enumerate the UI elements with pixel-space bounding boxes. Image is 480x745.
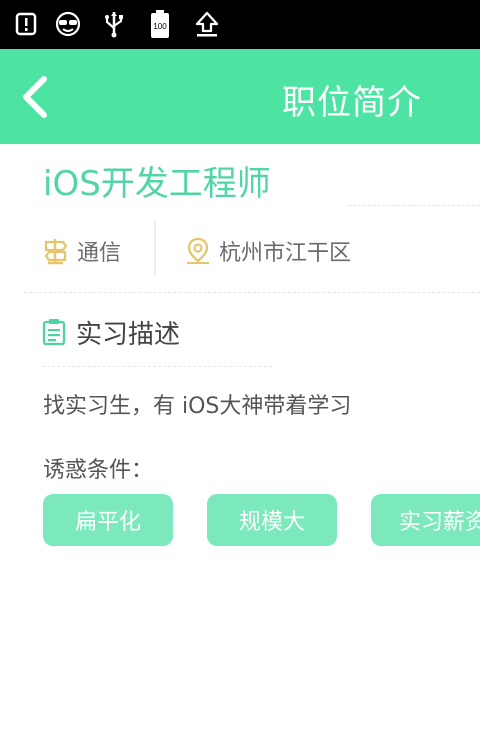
page-title: 职位简介 xyxy=(282,83,422,123)
perk-chip[interactable]: 规模大 xyxy=(207,494,337,546)
signpost-icon xyxy=(44,239,68,265)
glasses-face-icon xyxy=(54,10,82,38)
divider xyxy=(42,366,272,367)
industry-tag: 通信 xyxy=(43,236,121,266)
map-pin-icon xyxy=(187,237,209,264)
divider xyxy=(154,220,156,276)
section-title: 实习描述 xyxy=(76,319,181,350)
back-button[interactable] xyxy=(10,67,70,127)
description-text: 找实习生，有 iOS大神带着学习 xyxy=(43,394,352,419)
divider xyxy=(348,205,480,206)
location-label: 杭州市江干区 xyxy=(219,241,352,266)
location-tag: 杭州市江干区 xyxy=(185,236,351,266)
status-bar: 100 xyxy=(0,0,480,49)
job-title: iOS开发工程师 xyxy=(43,164,271,204)
perks-label: 诱惑条件： xyxy=(43,458,154,483)
divider xyxy=(24,292,480,293)
battery-icon: 100 xyxy=(150,10,170,38)
section-header: 实习描述 xyxy=(42,314,180,350)
alert-icon xyxy=(14,10,38,38)
perk-chip[interactable]: 扁平化 xyxy=(43,494,173,546)
perk-chip[interactable]: 实习薪资 xyxy=(371,494,480,546)
usb-icon xyxy=(101,10,127,38)
app-header: 职位简介 xyxy=(0,49,480,144)
svg-text:100: 100 xyxy=(153,22,167,31)
clipboard-icon xyxy=(42,319,66,346)
chevron-left-icon xyxy=(23,76,47,118)
industry-label: 通信 xyxy=(77,241,122,266)
upload-icon xyxy=(194,10,220,38)
